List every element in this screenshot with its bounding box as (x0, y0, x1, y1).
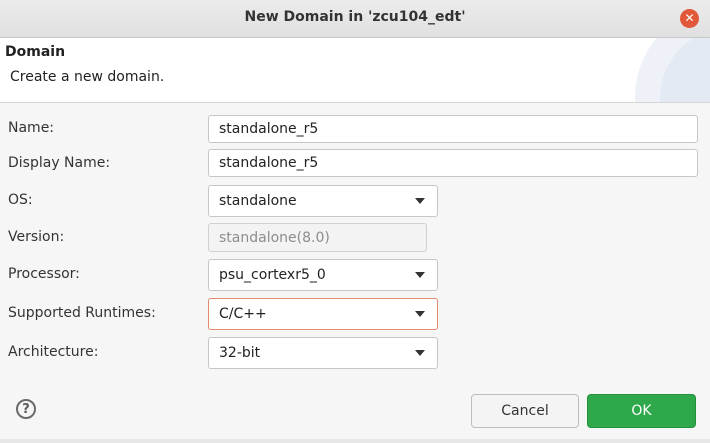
chevron-down-icon (415, 198, 425, 204)
runtimes-value: C/C++ (219, 306, 267, 322)
wizard-header: Domain Create a new domain. (0, 38, 710, 103)
architecture-value: 32-bit (219, 345, 261, 361)
bottom-edge (0, 439, 710, 443)
architecture-label: Architecture: (8, 344, 99, 360)
name-input[interactable] (219, 121, 687, 137)
version-value: standalone(8.0) (219, 229, 330, 246)
display-name-input[interactable] (219, 155, 687, 171)
close-button[interactable]: ✕ (680, 9, 699, 28)
help-icon[interactable]: ? (16, 399, 36, 419)
chevron-down-icon (415, 311, 425, 317)
architecture-select[interactable]: 32-bit (208, 337, 438, 369)
processor-value: psu_cortexr5_0 (219, 267, 326, 283)
name-label: Name: (8, 120, 55, 136)
chevron-down-icon (415, 272, 425, 278)
processor-select[interactable]: psu_cortexr5_0 (208, 259, 438, 291)
page-title: Domain (5, 44, 66, 60)
banner-decoration (635, 38, 710, 102)
chevron-down-icon (415, 350, 425, 356)
os-label: OS: (8, 192, 33, 208)
name-field[interactable] (208, 115, 698, 143)
cancel-button[interactable]: Cancel (471, 394, 579, 428)
processor-label: Processor: (8, 266, 80, 282)
display-name-field[interactable] (208, 149, 698, 177)
os-value: standalone (219, 193, 297, 209)
version-field: standalone(8.0) (208, 223, 427, 252)
ok-button[interactable]: OK (587, 394, 696, 428)
runtimes-select[interactable]: C/C++ (208, 298, 438, 330)
page-description: Create a new domain. (10, 69, 165, 85)
runtimes-label: Supported Runtimes: (8, 305, 156, 321)
close-icon: ✕ (684, 11, 695, 25)
title-bar: New Domain in 'zcu104_edt' ✕ (0, 0, 710, 38)
version-label: Version: (8, 229, 65, 245)
display-name-label: Display Name: (8, 155, 111, 171)
window-title: New Domain in 'zcu104_edt' (244, 9, 466, 25)
os-select[interactable]: standalone (208, 185, 438, 217)
